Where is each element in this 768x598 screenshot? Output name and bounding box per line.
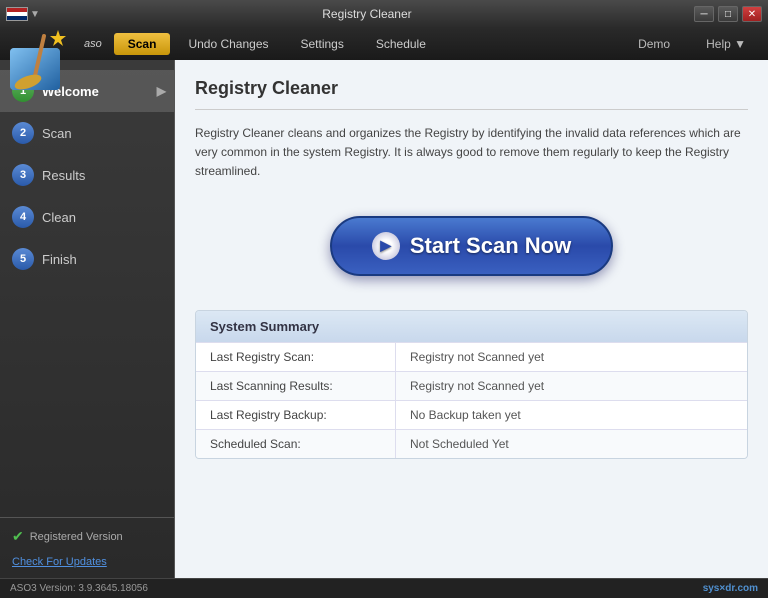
sidebar-bottom: ✔ Registered Version Check For Updates <box>0 517 174 578</box>
content-area: Registry Cleaner Registry Cleaner cleans… <box>175 60 768 578</box>
summary-value-1: Registry not Scanned yet <box>396 343 747 371</box>
summary-row-4: Scheduled Scan: Not Scheduled Yet <box>196 429 747 458</box>
play-icon: ▶ <box>372 232 400 260</box>
check-updates-link[interactable]: Check For Updates <box>12 556 107 568</box>
summary-label-4: Scheduled Scan: <box>196 430 396 458</box>
sidebar-arrow-icon: ▶ <box>157 84 166 98</box>
main-layout: 1 Welcome ▶ 2 Scan 3 Results 4 Clean 5 F… <box>0 60 768 578</box>
minimize-button[interactable]: ─ <box>694 6 714 22</box>
tab-scan[interactable]: Scan <box>114 33 171 55</box>
maximize-button[interactable]: □ <box>718 6 738 22</box>
summary-label-2: Last Scanning Results: <box>196 372 396 400</box>
menu-right: Demo Help ▼ <box>624 33 760 55</box>
sidebar-item-finish-label: Finish <box>42 252 77 267</box>
summary-value-3: No Backup taken yet <box>396 401 747 429</box>
tab-demo[interactable]: Demo <box>624 33 684 55</box>
sysxp-logo: sys×dr.com <box>703 583 758 594</box>
close-button[interactable]: ✕ <box>742 6 762 22</box>
system-summary: System Summary Last Registry Scan: Regis… <box>195 310 748 459</box>
sidebar-item-finish[interactable]: 5 Finish <box>0 238 174 280</box>
sidebar-item-clean-label: Clean <box>42 210 76 225</box>
sidebar-item-scan-label: Scan <box>42 126 72 141</box>
summary-label-1: Last Registry Scan: <box>196 343 396 371</box>
sidebar-item-clean[interactable]: 4 Clean <box>0 196 174 238</box>
sidebar-item-results[interactable]: 3 Results <box>0 154 174 196</box>
flag-dropdown[interactable]: ▼ <box>30 9 40 20</box>
step-4-circle: 4 <box>12 206 34 228</box>
sidebar-item-scan[interactable]: 2 Scan <box>0 112 174 154</box>
summary-header: System Summary <box>196 311 747 342</box>
step-5-circle: 5 <box>12 248 34 270</box>
language-flag[interactable]: ▼ <box>6 7 40 21</box>
sidebar-item-results-label: Results <box>42 168 85 183</box>
tab-help[interactable]: Help ▼ <box>692 33 760 55</box>
start-scan-button[interactable]: ▶ Start Scan Now <box>330 216 613 276</box>
summary-label-3: Last Registry Backup: <box>196 401 396 429</box>
summary-row-3: Last Registry Backup: No Backup taken ye… <box>196 400 747 429</box>
version-label: ASO3 Version: 3.9.3645.18056 <box>10 583 148 594</box>
summary-row-2: Last Scanning Results: Registry not Scan… <box>196 371 747 400</box>
registered-badge: ✔ Registered Version <box>12 528 162 545</box>
window-controls: ─ □ ✕ <box>694 6 762 22</box>
summary-value-4: Not Scheduled Yet <box>396 430 747 458</box>
brand-logo: aso <box>84 38 102 50</box>
scan-button-area: ▶ Start Scan Now <box>195 196 748 296</box>
summary-value-2: Registry not Scanned yet <box>396 372 747 400</box>
flag-icon <box>6 7 28 21</box>
status-bar: ASO3 Version: 3.9.3645.18056 sys×dr.com <box>0 578 768 598</box>
window-title: Registry Cleaner <box>40 7 694 21</box>
sidebar: 1 Welcome ▶ 2 Scan 3 Results 4 Clean 5 F… <box>0 60 175 578</box>
start-scan-label: Start Scan Now <box>410 233 571 259</box>
page-title: Registry Cleaner <box>195 78 748 110</box>
tab-settings[interactable]: Settings <box>287 33 358 55</box>
tab-undo-changes[interactable]: Undo Changes <box>174 33 282 55</box>
summary-row-1: Last Registry Scan: Registry not Scanned… <box>196 342 747 371</box>
content-description: Registry Cleaner cleans and organizes th… <box>195 124 748 182</box>
app-icon <box>6 28 74 96</box>
check-icon: ✔ <box>12 528 24 545</box>
menu-bar: aso Scan Undo Changes Settings Schedule … <box>0 28 768 60</box>
title-bar: ▼ Registry Cleaner ─ □ ✕ <box>0 0 768 28</box>
registered-label: Registered Version <box>30 531 123 543</box>
step-2-circle: 2 <box>12 122 34 144</box>
tab-schedule[interactable]: Schedule <box>362 33 440 55</box>
step-3-circle: 3 <box>12 164 34 186</box>
